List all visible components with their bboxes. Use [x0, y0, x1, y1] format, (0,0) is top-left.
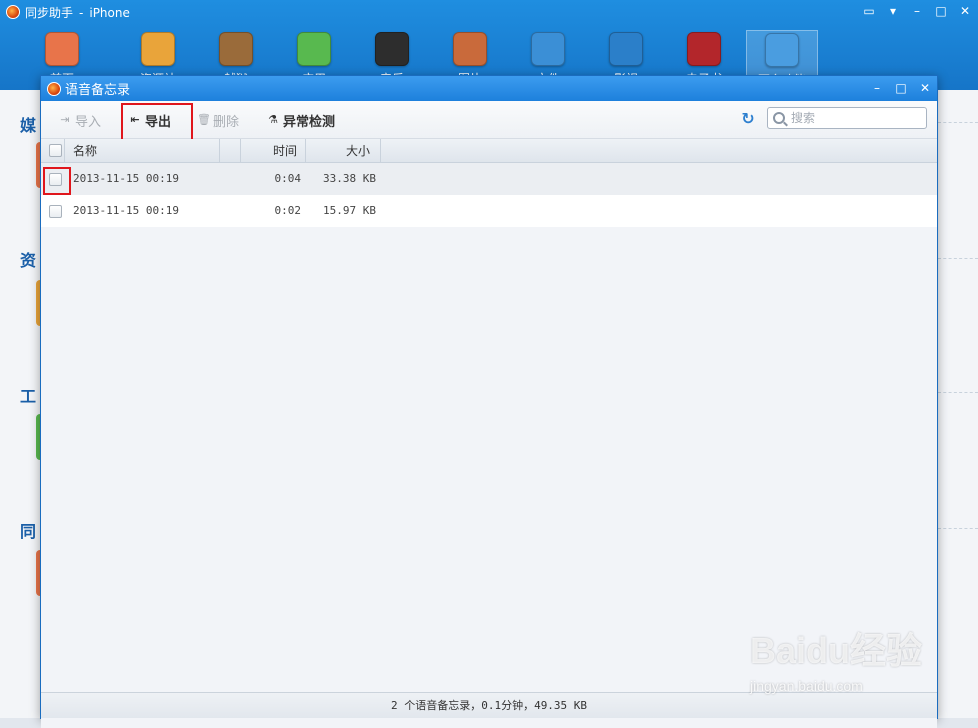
column-header-time[interactable]: 时间 [241, 139, 306, 163]
import-button[interactable]: ⇥ 导入 [59, 110, 101, 130]
refresh-icon[interactable]: ↻ [739, 110, 757, 128]
shopping-bag-icon [141, 32, 175, 66]
divider [938, 258, 978, 259]
photo-icon [453, 32, 487, 66]
maximize-icon[interactable]: □ [895, 81, 907, 95]
flask-icon: ⚗ [268, 113, 278, 126]
minimize-icon[interactable]: – [910, 4, 924, 18]
dialog-window-controls: – □ ✕ [871, 81, 931, 95]
menu-icon[interactable]: ▾ [886, 4, 900, 18]
ebook-icon [687, 32, 721, 66]
video-play-icon [609, 32, 643, 66]
import-icon: ⇥ [60, 113, 70, 126]
column-divider [41, 139, 65, 163]
tools-icon [765, 33, 799, 67]
app-logo-icon [6, 5, 20, 19]
row-checkbox[interactable] [49, 205, 62, 218]
dialog-title: 语音备忘录 [65, 83, 131, 98]
home-icon [45, 32, 79, 66]
dialog-titlebar: 语音备忘录 – □ ✕ [41, 76, 937, 101]
feedback-icon[interactable]: ▭ [862, 4, 876, 18]
app-logo-icon [47, 81, 61, 96]
memo-duration: 0:04 [274, 172, 302, 185]
memo-name: 2013-11-15 00:19 [73, 204, 179, 217]
close-icon[interactable]: ✕ [919, 81, 931, 95]
close-icon[interactable]: ✕ [958, 4, 972, 18]
table-body: 2013-11-15 00:19 0:04 33.38 KB 2013-11-1… [41, 163, 937, 227]
app-window-controls: ▭ ▾ – □ ✕ [862, 4, 972, 18]
bg-section-sync: 同 [20, 524, 37, 541]
bg-section-resources: 资 [20, 253, 37, 270]
search-box [767, 107, 927, 129]
column-header-name[interactable]: 名称 [73, 139, 220, 163]
app-titlebar: 同步助手 - iPhone ▭ ▾ – □ ✕ [0, 0, 978, 24]
table-row[interactable]: 2013-11-15 00:19 0:02 15.97 KB [41, 195, 937, 227]
memo-name: 2013-11-15 00:19 [73, 172, 179, 185]
app-title: 同步助手 - iPhone [25, 5, 130, 20]
memo-duration: 0:02 [274, 204, 302, 217]
pineapple-icon [219, 32, 253, 66]
memo-size: 33.38 KB [323, 172, 376, 185]
search-input[interactable] [791, 111, 921, 125]
divider [938, 528, 978, 529]
anomaly-check-button[interactable]: ⚗ 异常检测 [267, 110, 335, 130]
trash-icon: 🗑 [197, 113, 211, 126]
memo-size: 15.97 KB [323, 204, 376, 217]
search-icon [773, 112, 785, 124]
dialog-statusbar: 2 个语音备忘录，0.1分钟，49.35 KB [41, 692, 937, 718]
maximize-icon[interactable]: □ [934, 4, 948, 18]
table-empty-area [41, 227, 937, 728]
device-name: iPhone [89, 5, 130, 20]
bg-section-media: 媒 [20, 118, 37, 135]
divider [938, 392, 978, 393]
column-header-size[interactable]: 大小 [306, 139, 381, 163]
column-divider [220, 139, 241, 163]
bg-section-tools: 工 [20, 389, 37, 406]
export-highlight [121, 103, 193, 141]
dialog-toolbar: ⇥ 导入 ⇤ 导出 🗑 删除 ⚗ 异常检测 ↻ [41, 101, 937, 141]
divider [938, 122, 978, 123]
checkbox-highlight [43, 167, 71, 195]
minimize-icon[interactable]: – [871, 81, 883, 95]
apps-icon [297, 32, 331, 66]
delete-button[interactable]: 🗑 删除 [197, 110, 239, 130]
file-sync-icon [531, 32, 565, 66]
voice-memos-dialog: 语音备忘录 – □ ✕ ⇥ 导入 ⇤ 导出 🗑 删除 ⚗ 异常检测 ↻ 搜索 名… [40, 75, 938, 728]
table-header: 名称 时间 大小 [41, 139, 937, 163]
music-note-icon [375, 32, 409, 66]
table-row[interactable]: 2013-11-15 00:19 0:04 33.38 KB [41, 163, 937, 195]
